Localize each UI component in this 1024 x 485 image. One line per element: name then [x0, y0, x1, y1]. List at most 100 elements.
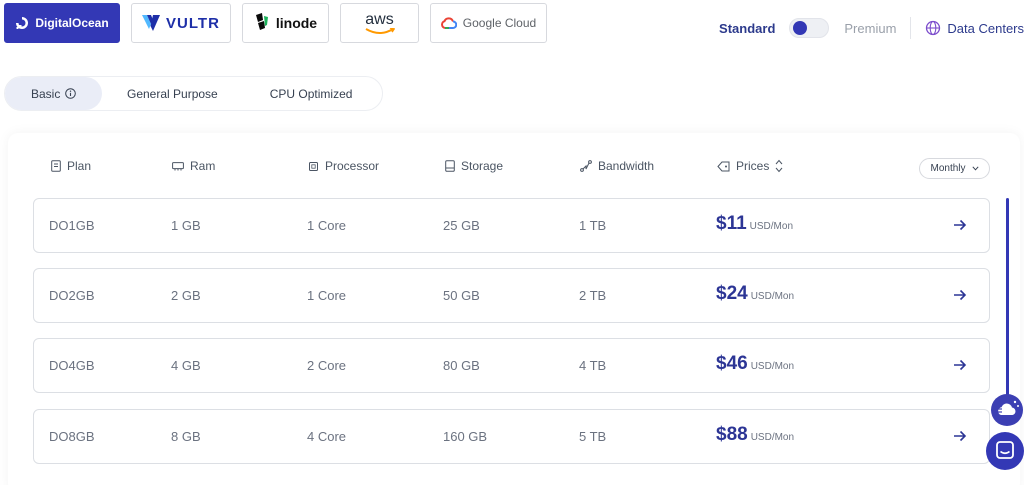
cell-ram: 1 GB [171, 218, 201, 233]
arrow-right-icon[interactable] [951, 286, 969, 304]
cell-ram: 4 GB [171, 358, 201, 373]
speed-cloud-button[interactable] [991, 394, 1023, 426]
google-cloud-logo-icon [440, 17, 457, 29]
cell-processor: 1 Core [307, 218, 347, 233]
cloud-icon [996, 400, 1019, 415]
price-tag-icon [717, 161, 730, 171]
price-amount: $11 [716, 213, 747, 234]
header-prices[interactable]: Prices [717, 159, 783, 173]
header-ram: Ram [172, 159, 215, 173]
provider-name: VULTR [166, 14, 220, 32]
cell-processor: 4 Core [307, 429, 347, 444]
provider-tab-linode[interactable]: linode [242, 3, 329, 43]
table-header: Plan Ram Processor Storage Bandwidth Pri… [0, 158, 1024, 179]
category-tabs: Basic General Purpose CPU Optimized [4, 76, 383, 111]
table-row[interactable]: DO2GB 2 GB 1 Core 50 GB 2 TB $24 USD/Mon [33, 268, 990, 323]
plan-type-switch: Standard Premium Data Centers [719, 16, 1024, 40]
globe-icon [926, 20, 941, 36]
cell-storage: 80 GB [443, 358, 480, 373]
cell-price: $88 USD/Mon [716, 424, 794, 446]
cell-bandwidth: 2 TB [579, 288, 607, 303]
linode-logo-icon [255, 13, 268, 30]
provider-name: DigitalOcean [35, 16, 109, 30]
arrow-right-icon[interactable] [951, 427, 969, 445]
price-unit: USD/Mon [750, 291, 795, 302]
table-row[interactable]: DO1GB 1 GB 1 Core 25 GB 1 TB $11 USD/Mon [33, 198, 990, 253]
provider-tab-aws[interactable]: aws [340, 3, 419, 43]
digitalocean-logo-icon [16, 17, 29, 29]
cell-processor: 2 Core [307, 358, 347, 373]
provider-name: aws [365, 10, 394, 28]
cell-price: $24 USD/Mon [716, 283, 794, 305]
data-centers-link[interactable]: Data Centers [925, 20, 1024, 36]
storage-icon [445, 160, 455, 172]
header-label: Ram [190, 159, 216, 173]
header-processor: Processor [308, 159, 379, 173]
chevron-down-icon [971, 166, 979, 171]
price-unit: USD/Mon [749, 221, 794, 232]
price-unit: USD/Mon [750, 432, 795, 443]
info-icon[interactable] [65, 88, 77, 99]
chat-icon [996, 441, 1014, 459]
cell-ram: 8 GB [171, 429, 201, 444]
header-plan: Plan [51, 159, 91, 173]
sort-icon[interactable] [775, 159, 783, 173]
billing-period-select[interactable]: Monthly [919, 158, 990, 179]
table-row[interactable]: DO4GB 4 GB 2 Core 80 GB 4 TB $46 USD/Mon [33, 338, 990, 393]
provider-name: Google Cloud [462, 16, 537, 30]
cell-storage: 50 GB [443, 288, 480, 303]
provider-tab-google-cloud[interactable]: Google Cloud [430, 3, 547, 43]
arrow-right-icon[interactable] [951, 356, 969, 374]
cell-storage: 25 GB [443, 218, 480, 233]
provider-tabs: DigitalOcean VULTR linode aws Google Clo… [4, 3, 547, 43]
tab-label: CPU Optimized [269, 86, 353, 101]
tab-general-purpose[interactable]: General Purpose [127, 77, 218, 110]
provider-tab-vultr[interactable]: VULTR [131, 3, 231, 43]
tab-label: General Purpose [127, 86, 218, 101]
cell-plan: DO8GB [49, 429, 95, 444]
bandwidth-icon [580, 160, 592, 172]
header-label: Bandwidth [598, 159, 655, 173]
chat-button[interactable] [986, 432, 1024, 470]
cell-bandwidth: 5 TB [579, 429, 607, 444]
ram-icon [172, 162, 184, 171]
cell-price: $46 USD/Mon [716, 353, 794, 375]
cell-ram: 2 GB [171, 288, 201, 303]
header-label: Prices [736, 159, 770, 173]
cell-bandwidth: 4 TB [579, 358, 607, 373]
price-amount: $46 [716, 353, 748, 374]
cell-processor: 1 Core [307, 288, 347, 303]
data-centers-label: Data Centers [947, 20, 1024, 36]
scrollbar[interactable] [1006, 198, 1009, 398]
cell-plan: DO1GB [49, 218, 95, 233]
toggle-knob [793, 21, 808, 35]
cell-bandwidth: 1 TB [579, 218, 607, 233]
provider-name: linode [275, 15, 318, 31]
tab-basic[interactable]: Basic [5, 77, 102, 110]
aws-smile-icon [365, 27, 395, 34]
header-bandwidth: Bandwidth [580, 159, 654, 173]
header-label: Storage [461, 159, 504, 173]
arrow-right-icon[interactable] [951, 216, 969, 234]
provider-tab-digitalocean[interactable]: DigitalOcean [4, 3, 120, 43]
price-amount: $88 [716, 424, 748, 445]
tab-label: Basic [31, 86, 61, 101]
header-storage: Storage [445, 159, 503, 173]
plan-icon [51, 160, 61, 172]
header-label: Processor [325, 159, 380, 173]
tab-cpu-optimized[interactable]: CPU Optimized [270, 77, 353, 110]
table-row[interactable]: DO8GB 8 GB 4 Core 160 GB 5 TB $88 USD/Mo… [33, 409, 990, 464]
header-label: Plan [67, 159, 92, 173]
cell-plan: DO2GB [49, 288, 95, 303]
vultr-logo-icon [142, 15, 161, 31]
divider [910, 17, 912, 39]
price-amount: $24 [716, 283, 748, 304]
processor-icon [309, 161, 318, 171]
plan-type-toggle[interactable] [789, 18, 830, 38]
billing-period-value: Monthly [930, 163, 966, 174]
price-unit: USD/Mon [750, 361, 795, 372]
premium-label[interactable]: Premium [844, 21, 896, 36]
cell-storage: 160 GB [443, 429, 488, 444]
standard-label[interactable]: Standard [719, 21, 775, 36]
cell-price: $11 USD/Mon [716, 213, 793, 235]
